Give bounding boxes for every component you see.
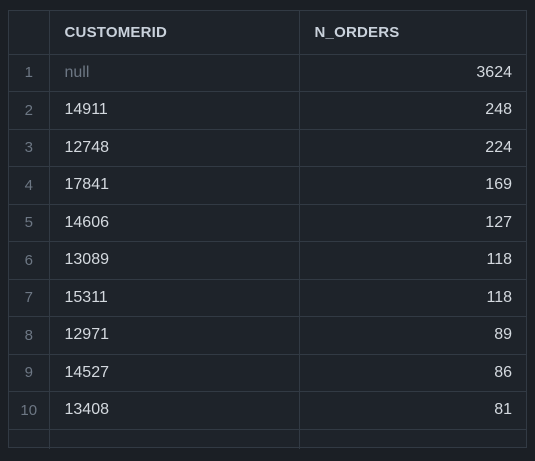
cell-n-orders[interactable]: 89 (299, 316, 527, 355)
row-index: 4 (9, 166, 50, 205)
results-table: CUSTOMERID N_ORDERS 1 null 3624 2 14911 248 3 1… (9, 11, 527, 449)
cell-customerid[interactable]: 12971 (49, 316, 300, 355)
row-index: 1 (9, 54, 50, 92)
table-row[interactable]: 4 17841 169 (9, 166, 527, 205)
cell-customerid[interactable]: 13089 (49, 241, 300, 280)
cell-customerid[interactable]: 14911 (49, 91, 300, 130)
cell-customerid[interactable]: 15311 (49, 279, 300, 317)
table-row[interactable]: 2 14911 248 (9, 91, 527, 130)
table-row[interactable]: 7 15311 118 (9, 279, 527, 317)
table-row[interactable]: 1 null 3624 (9, 54, 527, 92)
column-header-customerid[interactable]: CUSTOMERID (49, 11, 300, 55)
cell-n-orders[interactable]: 86 (299, 354, 527, 392)
row-index: 6 (9, 241, 50, 280)
cell-n-orders[interactable]: 3624 (299, 54, 527, 92)
row-index: 3 (9, 129, 50, 167)
row-index: 8 (9, 316, 50, 355)
table-row[interactable]: 6 13089 118 (9, 241, 527, 280)
table-row[interactable]: 3 12748 224 (9, 129, 527, 167)
row-index-header (9, 11, 50, 55)
cell-customerid[interactable]: 14606 (49, 204, 300, 242)
cell-customerid[interactable]: null (49, 54, 300, 92)
cell-customerid[interactable]: 14527 (49, 354, 300, 392)
table-row[interactable]: 5 14606 127 (9, 204, 527, 242)
cell-customerid[interactable]: 13408 (49, 391, 300, 430)
cell-n-orders[interactable]: 118 (299, 279, 527, 317)
cell-n-orders[interactable]: 81 (299, 391, 527, 430)
table-row[interactable]: 8 12971 89 (9, 316, 527, 355)
empty-cell (299, 429, 527, 449)
row-index: 9 (9, 354, 50, 392)
empty-cell (9, 429, 50, 449)
row-index: 10 (9, 391, 50, 430)
results-grid: CUSTOMERID N_ORDERS 1 null 3624 2 14911 248 3 1… (8, 10, 527, 449)
cell-n-orders[interactable]: 169 (299, 166, 527, 205)
empty-cell (49, 429, 300, 449)
cell-n-orders[interactable]: 127 (299, 204, 527, 242)
cell-n-orders[interactable]: 224 (299, 129, 527, 167)
column-header-n-orders[interactable]: N_ORDERS (299, 11, 527, 55)
row-index: 2 (9, 91, 50, 130)
row-index: 5 (9, 204, 50, 242)
header-row: CUSTOMERID N_ORDERS (9, 11, 527, 55)
cell-n-orders[interactable]: 118 (299, 241, 527, 280)
empty-filler-row (9, 429, 527, 449)
cell-n-orders[interactable]: 248 (299, 91, 527, 130)
cell-customerid[interactable]: 17841 (49, 166, 300, 205)
row-index: 7 (9, 279, 50, 317)
table-body: 1 null 3624 2 14911 248 3 12748 224 4 17841 169 5 146… (9, 54, 527, 449)
cell-customerid[interactable]: 12748 (49, 129, 300, 167)
table-row[interactable]: 10 13408 81 (9, 391, 527, 430)
table-row[interactable]: 9 14527 86 (9, 354, 527, 392)
